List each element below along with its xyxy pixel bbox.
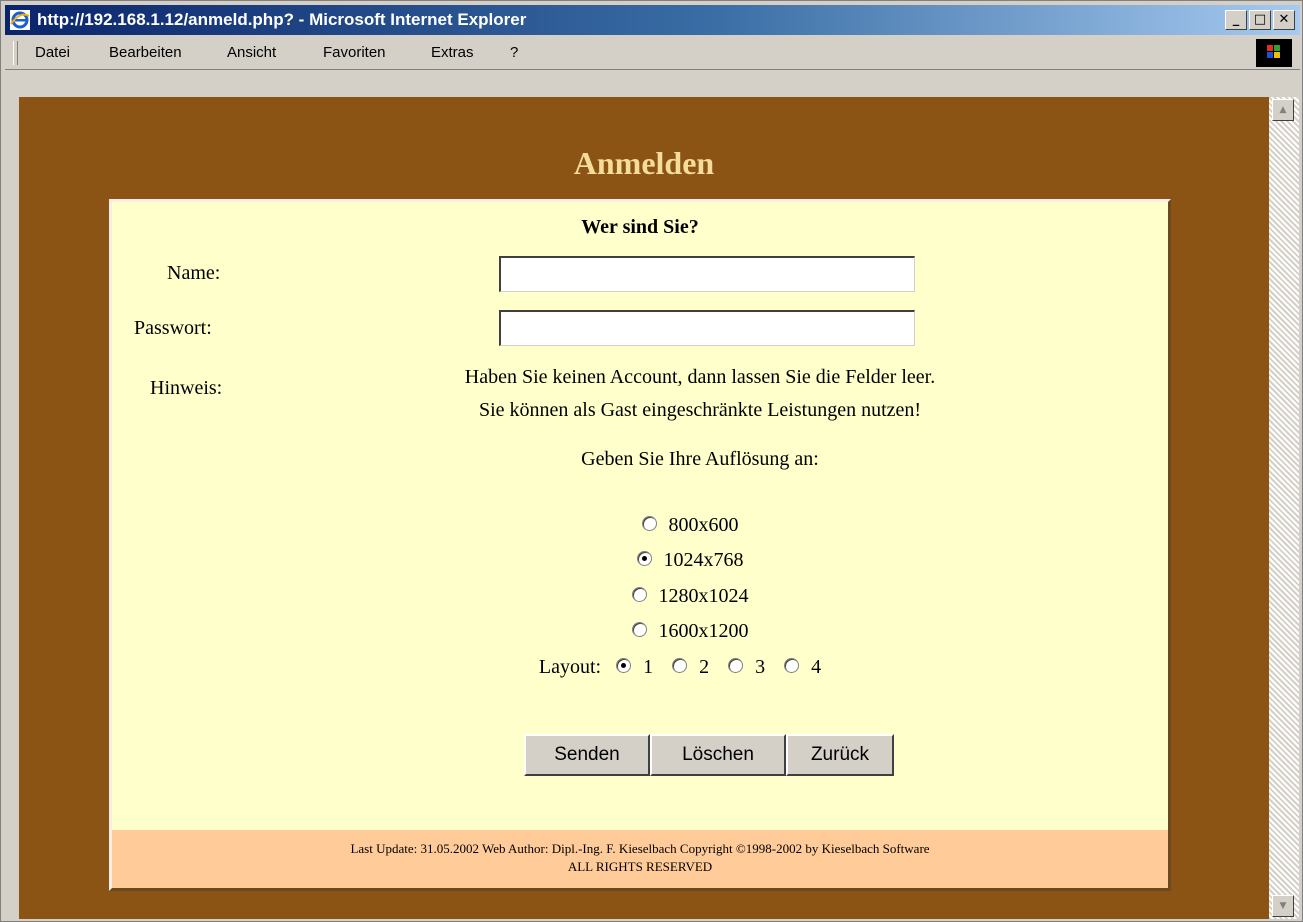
layout-option-1[interactable]: 1 (616, 656, 653, 679)
menu-grip (13, 41, 18, 65)
layout-row: Layout: 1 2 3 4 (152, 656, 1208, 679)
resolution-option-1280[interactable]: 1280x1024 (162, 585, 1218, 608)
resolution-prompt: Geben Sie Ihre Auflösung an: (581, 448, 819, 470)
layout-option-3[interactable]: 3 (728, 656, 765, 679)
radio-label: 1280x1024 (658, 585, 749, 607)
radio-label: 3 (755, 656, 766, 678)
window-title: http://192.168.1.12/anmeld.php? - Micros… (37, 10, 527, 29)
maximize-button[interactable]: □ (1249, 10, 1271, 30)
radio-label: 800x600 (668, 514, 739, 536)
hint-line-1: Haben Sie keinen Account, dann lassen Si… (464, 366, 936, 388)
browser-frame (5, 75, 1300, 97)
password-label: Passwort: (134, 317, 212, 339)
menu-help[interactable]: ? (510, 44, 518, 61)
radio-icon[interactable] (784, 657, 800, 673)
scroll-down-icon[interactable]: ▼ (1272, 895, 1294, 917)
menu-ansicht[interactable]: Ansicht (227, 44, 276, 61)
windows-logo-icon (1256, 39, 1292, 67)
radio-label: 1600x1200 (658, 620, 749, 642)
layout-label: Layout: (538, 656, 602, 678)
password-input[interactable] (499, 310, 915, 346)
menu-datei[interactable]: Datei (35, 44, 70, 61)
resolution-option-800[interactable]: 800x600 (162, 514, 1218, 537)
radio-label: 1024x768 (663, 549, 744, 571)
radio-checked-icon[interactable] (616, 657, 632, 673)
radio-icon[interactable] (631, 586, 647, 602)
vertical-scrollbar[interactable]: ▲ ▼ (1269, 97, 1299, 919)
resolution-option-1024[interactable]: 1024x768 (162, 549, 1218, 572)
form-title: Wer sind Sie? (581, 216, 699, 238)
ie-icon (10, 10, 30, 30)
layout-option-2[interactable]: 2 (672, 656, 709, 679)
name-label: Name: (167, 262, 221, 284)
minimize-button[interactable]: _ (1225, 10, 1247, 30)
footer: Last Update: 31.05.2002 Web Author: Dipl… (112, 830, 1168, 888)
menu-favoriten[interactable]: Favoriten (323, 44, 386, 61)
send-button[interactable]: Senden (524, 734, 650, 776)
radio-label: 1 (643, 656, 654, 678)
footer-copyright: Last Update: 31.05.2002 Web Author: Dipl… (350, 841, 930, 856)
menu-bearbeiten[interactable]: Bearbeiten (109, 44, 182, 61)
radio-icon[interactable] (641, 515, 657, 531)
browser-window: http://192.168.1.12/anmeld.php? - Micros… (0, 0, 1303, 922)
layout-option-4[interactable]: 4 (784, 656, 821, 679)
menu-extras[interactable]: Extras (431, 44, 474, 61)
radio-checked-icon[interactable] (636, 550, 652, 566)
resolution-option-1600[interactable]: 1600x1200 (162, 620, 1218, 643)
radio-icon[interactable] (631, 621, 647, 637)
radio-label: 2 (699, 656, 710, 678)
footer-rights: ALL RIGHTS RESERVED (567, 859, 713, 874)
back-button[interactable]: Zurück (786, 734, 894, 776)
radio-icon[interactable] (728, 657, 744, 673)
title-bar[interactable]: http://192.168.1.12/anmeld.php? - Micros… (5, 5, 1300, 35)
clear-button[interactable]: Löschen (650, 734, 786, 776)
hint-line-2: Sie können als Gast eingeschränkte Leist… (478, 399, 922, 421)
menu-bar: Datei Bearbeiten Ansicht Favoriten Extra… (5, 37, 1300, 70)
name-input[interactable] (499, 256, 915, 292)
login-panel: Wer sind Sie? Name: Passwort: Hinweis: H… (109, 199, 1171, 891)
radio-icon[interactable] (672, 657, 688, 673)
scroll-up-icon[interactable]: ▲ (1272, 99, 1294, 121)
page-viewport: Anmelden Wer sind Sie? Name: Passwort: H… (19, 97, 1269, 919)
page-title: Anmelden (573, 145, 715, 181)
radio-label: 4 (811, 656, 822, 678)
close-button[interactable]: ✕ (1273, 10, 1295, 30)
